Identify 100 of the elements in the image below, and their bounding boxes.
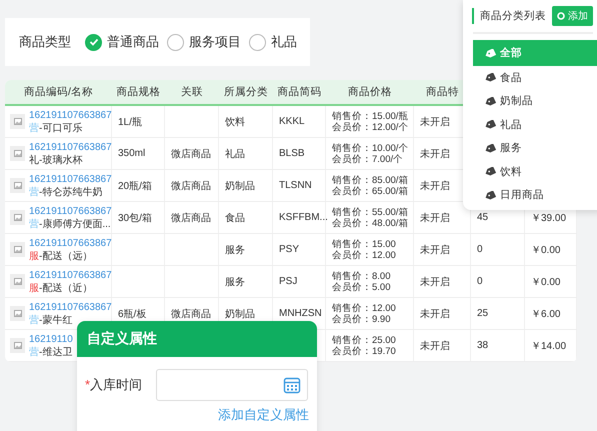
product-code[interactable]: 162191107663867: [29, 172, 112, 186]
product-name: 营-维达卫: [29, 346, 73, 358]
price-text: 会员价：65.00/箱: [332, 186, 408, 196]
radio-option[interactable]: 普通商品: [85, 33, 159, 51]
table-cell-text: 未开启: [420, 116, 450, 128]
category-item[interactable]: 全部: [473, 40, 597, 66]
column-header: 商品特: [426, 85, 459, 99]
table-cell-text: 服务: [225, 276, 245, 288]
price-text: 会员价：19.70: [332, 346, 396, 356]
tag-icon: [485, 167, 496, 176]
product-code[interactable]: 162191107663867: [29, 204, 112, 218]
check-icon: [88, 37, 98, 47]
price-text: 销售价：55.00/箱: [332, 206, 408, 218]
product-code[interactable]: 162191107663867: [29, 268, 112, 282]
table-cell: KKKL: [279, 116, 305, 127]
radio-option[interactable]: 服务项目: [167, 33, 241, 51]
image-icon: [10, 306, 25, 321]
price-text: 销售价：12.00: [332, 302, 396, 314]
column-header: 所属分类: [224, 85, 268, 99]
table-cell-text: 未开启: [420, 276, 450, 288]
price-text: 销售价：85.00/箱: [332, 174, 408, 186]
radio-unchecked[interactable]: [249, 34, 266, 50]
table-cell-text: 奶制品: [225, 180, 255, 192]
add-attribute-link[interactable]: 添加自定义属性: [85, 406, 309, 424]
product-name: 营-可口可乐: [29, 122, 84, 134]
product-name: 服-配送（近）: [29, 282, 94, 294]
table-cell-text: ￥0.00: [531, 276, 560, 288]
table-cell-text: 服务: [225, 244, 245, 256]
table-cell-text: 20瓶/箱: [118, 180, 152, 192]
column-header: 商品价格: [348, 85, 392, 99]
product-code[interactable]: 162191107663867: [29, 300, 112, 314]
table-cell-text: 礼品: [225, 148, 245, 160]
add-button[interactable]: 添加: [552, 6, 593, 26]
product-name: 营-蒙牛红: [29, 314, 74, 326]
product-name: 服-配送（远）: [29, 250, 94, 262]
column-header: 商品规格: [116, 85, 160, 99]
table-cell: 45: [477, 212, 488, 223]
product-code[interactable]: 162191107663867: [29, 140, 112, 154]
table-cell-text: 微店商品: [171, 180, 211, 192]
tag-icon: [485, 96, 496, 106]
calendar-icon[interactable]: [283, 376, 302, 394]
table-cell: KSFFBM...: [279, 212, 328, 223]
category-item[interactable]: 日用商品: [473, 184, 597, 207]
table-cell-text: 未开启: [420, 340, 450, 352]
table-cell-text: 1L/瓶: [118, 116, 142, 128]
image-icon: [10, 114, 25, 129]
image-icon: [10, 338, 25, 353]
product-code[interactable]: 162191107663867: [29, 108, 112, 122]
price-text: 销售价：15.00: [332, 238, 396, 250]
table-cell-text: 未开启: [420, 244, 450, 256]
price-text: 销售价：8.00: [332, 270, 390, 282]
radio-checked[interactable]: [85, 34, 102, 50]
table-cell: PSY: [279, 244, 300, 255]
column-header: 关联: [181, 85, 203, 99]
table-cell: PSJ: [279, 276, 298, 287]
table-cell: 38: [477, 340, 488, 351]
price-text: 会员价：5.00: [332, 282, 390, 292]
dialog-title: 自定义属性: [87, 330, 157, 348]
column-header: 商品简码: [278, 85, 322, 99]
price-text: 销售价：15.00/瓶: [332, 110, 408, 122]
radio-option[interactable]: 礼品: [249, 33, 297, 51]
table-cell: BLSB: [279, 148, 305, 159]
tag-icon: [485, 190, 496, 200]
product-code[interactable]: 16219110: [29, 332, 73, 346]
tag-icon: [485, 120, 496, 130]
price-text: 会员价：12.00/个: [332, 122, 408, 132]
product-name: 礼-玻璃水杯: [29, 154, 84, 166]
table-cell-text: 6瓶/板: [118, 308, 146, 320]
category-item[interactable]: 奶制品: [473, 90, 597, 113]
price-text: 会员价：12.00: [332, 250, 396, 260]
tag-icon: [485, 144, 496, 153]
category-item[interactable]: 服务: [473, 136, 597, 160]
date-field[interactable]: [156, 369, 308, 401]
table-cell-text: ￥6.00: [531, 308, 560, 320]
table-cell: 0: [477, 244, 483, 255]
category-item[interactable]: 礼品: [473, 113, 597, 136]
table-cell: MNHZSN: [279, 308, 322, 319]
table-cell-text: ￥0.00: [531, 244, 560, 256]
table-cell-text: 饮料: [225, 116, 245, 128]
image-icon: [10, 210, 25, 225]
radio-unchecked[interactable]: [167, 34, 184, 50]
field-label: *入库时间: [85, 376, 142, 394]
image-icon: [10, 146, 25, 161]
image-icon: [10, 242, 25, 257]
product-code[interactable]: 162191107663867: [29, 236, 112, 250]
product-name: 营-特仑苏纯牛奶: [29, 186, 104, 198]
table-cell-text: 微店商品: [171, 212, 211, 224]
price-text: 销售价：10.00/个: [332, 142, 408, 154]
table-cell-text: 未开启: [420, 148, 450, 160]
table-cell-text: ￥39.00: [531, 212, 566, 224]
table-cell: 0: [477, 276, 483, 287]
panel-title: 商品分类列表: [480, 9, 546, 23]
filter-label: 商品类型: [19, 33, 71, 51]
table-cell-text: 食品: [225, 212, 245, 224]
tag-icon: [485, 73, 496, 82]
table-cell: 25: [477, 308, 488, 319]
category-item[interactable]: 饮料: [473, 160, 597, 184]
category-item[interactable]: 食品: [473, 66, 597, 90]
image-icon: [10, 274, 25, 289]
table-cell-text: 30包/箱: [118, 212, 152, 224]
